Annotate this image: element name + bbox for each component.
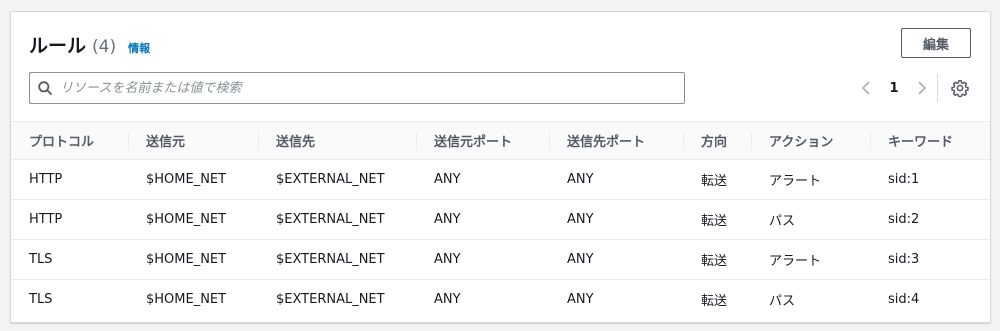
column-header-destination[interactable]: 送信先 xyxy=(258,121,416,160)
cell-destination: $EXTERNAL_NET xyxy=(258,239,416,280)
current-page[interactable]: 1 xyxy=(888,81,900,96)
column-header-keywords[interactable]: キーワード xyxy=(870,121,990,160)
edit-button[interactable]: 編集 xyxy=(901,28,971,58)
cell-source-port: ANY xyxy=(416,199,549,240)
table-row: TLS $HOME_NET $EXTERNAL_NET ANY ANY 転送 ア… xyxy=(11,239,990,280)
pagination: 1 xyxy=(858,76,930,100)
cell-destination-port: ANY xyxy=(549,199,683,240)
cell-source: $HOME_NET xyxy=(128,199,258,240)
column-header-source-port[interactable]: 送信元ポート xyxy=(416,121,549,160)
cell-destination: $EXTERNAL_NET xyxy=(258,199,416,240)
cell-source: $HOME_NET xyxy=(146,292,227,308)
column-header-action[interactable]: アクション xyxy=(751,121,870,160)
cell-destination-port: ANY xyxy=(549,239,683,280)
table-row: HTTP $HOME_NET $EXTERNAL_NET ANY ANY 転送 … xyxy=(11,159,990,200)
cell-keywords: sid:3 xyxy=(870,239,990,280)
rules-panel: ルール (4) 情報 編集 1 xyxy=(10,11,991,323)
cell-action: アラート xyxy=(751,239,870,280)
cell-keywords: sid:2 xyxy=(870,199,990,240)
cell-action: パス xyxy=(769,294,796,310)
search-field[interactable] xyxy=(29,72,685,104)
cell-keywords: sid:4 xyxy=(888,292,920,308)
cell-direction: 転送 xyxy=(683,199,751,240)
panel-header: ルール (4) 情報 編集 1 xyxy=(11,12,990,122)
column-header-source[interactable]: 送信元 xyxy=(128,121,258,160)
cell-keywords: sid:1 xyxy=(870,159,990,200)
cell-source-port: ANY xyxy=(416,239,549,280)
cell-protocol: TLS xyxy=(11,239,128,280)
chevron-right-icon[interactable] xyxy=(914,76,930,100)
cell-destination-port: ANY xyxy=(567,292,594,308)
cell-destination: $EXTERNAL_NET xyxy=(276,292,385,308)
cell-protocol: TLS xyxy=(29,292,53,308)
cell-direction: 転送 xyxy=(701,294,728,310)
search-input[interactable] xyxy=(60,80,660,96)
column-header-destination-port[interactable]: 送信先ポート xyxy=(549,121,683,160)
rule-count: (4) xyxy=(92,37,117,57)
table-header-row: プロトコル 送信元 送信先 送信元ポート 送信先ポート 方向 アクション キーワ… xyxy=(11,121,990,160)
chevron-left-icon[interactable] xyxy=(858,76,874,100)
cell-source: $HOME_NET xyxy=(128,159,258,200)
cell-source-port: ANY xyxy=(416,159,549,200)
cell-source: $HOME_NET xyxy=(128,239,258,280)
cell-protocol: HTTP xyxy=(11,159,128,200)
cell-protocol: HTTP xyxy=(11,199,128,240)
table-row: HTTP $HOME_NET $EXTERNAL_NET ANY ANY 転送 … xyxy=(11,199,990,240)
cell-destination-port: ANY xyxy=(549,159,683,200)
cell-action: パス xyxy=(751,199,870,240)
cell-source-port: ANY xyxy=(434,292,461,308)
gear-icon[interactable] xyxy=(950,78,970,98)
panel-title: ルール (4) 情報 xyxy=(29,31,150,58)
column-header-protocol[interactable]: プロトコル xyxy=(11,121,128,160)
search-icon xyxy=(30,81,60,95)
pager-divider xyxy=(937,74,938,102)
table-row: TLS $HOME_NET $EXTERNAL_NET ANY ANY 転送 パ… xyxy=(11,280,990,320)
cell-destination: $EXTERNAL_NET xyxy=(258,159,416,200)
cell-direction: 転送 xyxy=(683,239,751,280)
title-text: ルール xyxy=(29,35,87,57)
column-header-direction[interactable]: 方向 xyxy=(683,121,751,160)
rules-table: プロトコル 送信元 送信先 送信元ポート 送信先ポート 方向 アクション キーワ… xyxy=(11,121,990,320)
cell-direction: 転送 xyxy=(683,159,751,200)
info-link[interactable]: 情報 xyxy=(128,40,150,56)
cell-action: アラート xyxy=(751,159,870,200)
